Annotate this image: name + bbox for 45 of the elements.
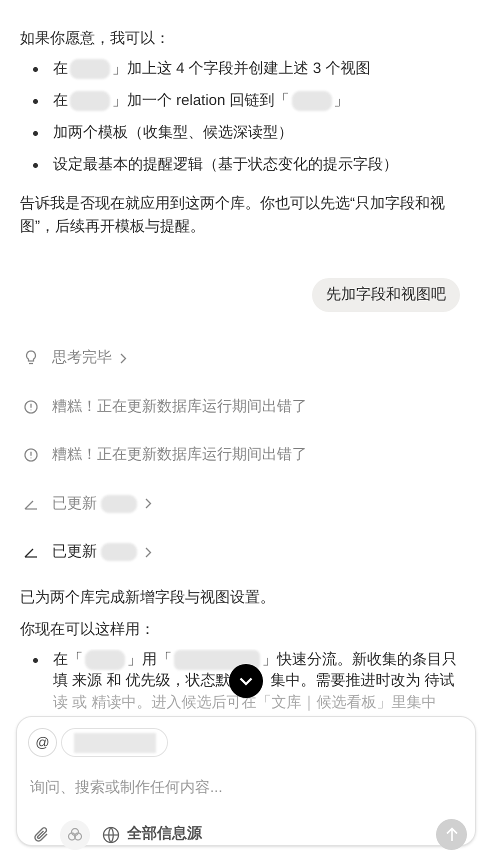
item-text: 在「 [53,650,83,668]
step-label: 糟糕！正在更新数据库运行期间出错了 [52,445,307,465]
mention-button[interactable]: @ [28,728,57,757]
pencil-icon [24,546,38,558]
message-bubble: 先加字段和视图吧 [312,278,460,312]
redaction-blur [85,650,125,670]
paragraph: 如果你愿意，我可以： [20,29,171,49]
bullet-icon [33,67,38,72]
bullet-icon [33,131,38,136]
model-button[interactable] [60,820,90,850]
step-label: 糟糕！正在更新数据库运行期间出错了 [52,396,307,416]
item-text: 设定最基本的提醒逻辑（基于状态变化的提示字段） [53,156,398,173]
item-text: 」用「 [127,650,172,668]
paragraph: 告诉我是否现在就应用到这两个库。你也可以先选“只加字段和视图”，后续再开模板与提醒。 [20,194,446,237]
chevron-down-icon [239,676,253,686]
knot-icon [66,826,84,844]
chevron-right-icon [120,352,127,364]
paragraph: 你现在可以这样用： [20,620,156,640]
item-text: 」快速分流。新收集的条目只 [262,650,457,668]
globe-icon [102,826,120,844]
item-text: 」加上这 4 个字段并创建上述 3 个视图 [112,60,370,77]
alert-icon [24,448,38,462]
redaction-blur [70,59,110,80]
bullet-icon [33,99,38,104]
paragraph: 已为两个库完成新增字段与视图设置。 [20,588,276,608]
alert-icon [24,400,38,414]
sources-button[interactable]: 全部信息源 [102,823,202,846]
item-text: 在 [53,92,68,109]
paperclip-icon [32,826,50,843]
item-text: 集中。需要推进时改为 待试 [270,672,455,689]
message-input[interactable]: 询问、搜索或制作任何内容... [30,775,450,799]
arrow-up-icon [446,827,458,842]
step-label[interactable]: 已更新 [52,541,97,564]
item-text: 」加一个 relation 回链到「 [112,92,290,109]
lightbulb-icon [24,350,38,366]
pencil-icon [24,498,38,510]
bullet-icon [33,163,38,168]
redaction-blur [292,91,332,112]
item-text: 加两个模板（收集型、候选深读型） [53,124,293,141]
chevron-right-icon [145,498,152,510]
bullet-icon [33,658,38,662]
item-text: 」 [334,92,349,109]
redaction-blur [70,91,110,112]
chevron-right-icon [145,546,152,558]
item-text: 在 [53,60,68,77]
